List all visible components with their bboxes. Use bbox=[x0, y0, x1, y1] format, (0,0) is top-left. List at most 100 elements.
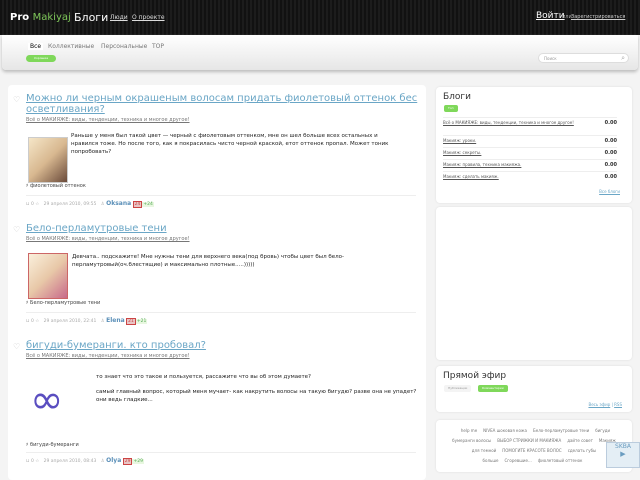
search-icon[interactable]: ⌕ bbox=[621, 54, 625, 63]
rating: 0 bbox=[30, 459, 34, 464]
post-tag[interactable]: ♯ Бело-перламутровые тени bbox=[26, 300, 100, 306]
filter-good-button[interactable]: Хорошие bbox=[26, 55, 56, 62]
blog-row: Всё о МАКИЯЖЕ: виды, тенденции, техника … bbox=[443, 117, 617, 131]
favorite-icon[interactable]: ♡ bbox=[13, 95, 20, 104]
blog-rating: 0.00 bbox=[604, 162, 617, 168]
post-text-2: самый главный вопрос, который меня мучае… bbox=[96, 389, 417, 403]
live-widget: Прямой эфир Публикации Комментарии Весь … bbox=[436, 366, 632, 412]
blogs-title: Блоги bbox=[443, 92, 472, 102]
post-title[interactable]: Бело-перламутровые тени bbox=[26, 223, 421, 234]
tab-personal[interactable]: Персональные bbox=[101, 43, 147, 50]
tab-all[interactable]: Все bbox=[28, 43, 44, 50]
tag-label: фиолетовый оттенок bbox=[30, 183, 86, 189]
favorite-icon[interactable]: ♡ bbox=[13, 225, 20, 234]
blog-link[interactable]: Макияж: правила, техника макияжа. bbox=[443, 162, 583, 167]
post-blog[interactable]: Всё о МАКИЯЖЕ: виды, тенденции, техника … bbox=[26, 236, 190, 242]
post-list: ♡ Можно ли черным окрашеным волосам прид… bbox=[8, 85, 426, 480]
blog-rating: 0.00 bbox=[604, 150, 617, 156]
register-link[interactable]: Зарегистрироваться bbox=[571, 14, 625, 20]
post-tag[interactable]: ♯ фиолетовый оттенок bbox=[26, 183, 86, 189]
blog-rating: 0.00 bbox=[604, 120, 617, 126]
blog-link[interactable]: Макияж: уроки. bbox=[443, 138, 583, 143]
all-blogs-link[interactable]: Все блоги bbox=[599, 189, 620, 194]
play-icon[interactable]: ▶ bbox=[607, 450, 639, 458]
new-comments: +29 bbox=[132, 459, 144, 464]
tag-label: Бело-перламутровые тени bbox=[30, 300, 101, 306]
blog-row: Макияж: уроки. 0.00 bbox=[443, 135, 617, 144]
tag-cloud: help me NIVEA шоковая кожа Бело-перламутро… bbox=[436, 420, 632, 472]
post-footer: ⊔ 0 ☆ 29 апреля 2010, 22:41 ♙ Elena 21 +2… bbox=[26, 312, 416, 325]
post-date: 29 апреля 2010, 08:43 bbox=[43, 459, 97, 464]
subnav: Все Коллективные Персональные TOP Хороши… bbox=[2, 35, 638, 70]
blogs-top-button[interactable]: Топ bbox=[444, 105, 458, 112]
post-text: Раньше у меня был такой цвет — черный с … bbox=[71, 133, 389, 155]
blog-row: Макияж: секреты. 0.00 bbox=[443, 147, 617, 156]
new-comments: +21 bbox=[135, 319, 148, 324]
rating: 0 bbox=[30, 202, 34, 207]
tag[interactable]: ВЫБОР СТРИЖКИ И МАКИЯЖА bbox=[497, 438, 561, 443]
comment-count[interactable]: 24 bbox=[132, 201, 143, 208]
tag[interactable]: NIVEA шоковая кожа bbox=[483, 428, 527, 433]
rating: 0 bbox=[30, 319, 34, 324]
tag-label: бигуди-бумеранги bbox=[30, 442, 79, 448]
blog-link[interactable]: Всё о МАКИЯЖЕ: виды, тенденции, техника … bbox=[443, 120, 583, 125]
skba-widget[interactable]: SKBA ▶ bbox=[606, 442, 640, 468]
tab-comments[interactable]: Комментарии bbox=[478, 385, 508, 392]
author-link[interactable]: Elena bbox=[106, 317, 125, 324]
logo-post: Makiyaj bbox=[32, 12, 71, 23]
header: Pro Makiyaj Блоги Люди О проекте Войти и… bbox=[0, 0, 640, 35]
favorite-icon[interactable]: ♡ bbox=[13, 342, 20, 351]
skba-label: SKBA bbox=[615, 443, 631, 450]
blog-row: Макияж: правила, техника макияжа. 0.00 bbox=[443, 159, 617, 168]
search-placeholder: Поиск bbox=[544, 56, 557, 61]
post-image bbox=[28, 137, 68, 183]
login-link[interactable]: Войти bbox=[536, 11, 565, 21]
tab-top[interactable]: TOP bbox=[152, 43, 164, 50]
logo-pre: Pro bbox=[10, 12, 30, 23]
blog-rating: 0.00 bbox=[604, 138, 617, 144]
new-comments: +24 bbox=[142, 202, 154, 207]
nav-about[interactable]: О проекте bbox=[132, 14, 165, 21]
author-link[interactable]: Oksana bbox=[106, 200, 131, 207]
rss-link[interactable]: RSS bbox=[614, 402, 622, 407]
post-footer: ⊔ 0 ☆ 29 апреля 2010, 09:55 ♙ Oksana 24 +… bbox=[26, 195, 416, 208]
blogs-widget: Блоги Топ Всё о МАКИЯЖЕ: виды, тенденции… bbox=[436, 87, 632, 203]
all-live-link[interactable]: Весь эфир bbox=[588, 402, 610, 407]
tag[interactable]: help me bbox=[461, 428, 477, 433]
nav-blogs[interactable]: Блоги bbox=[74, 11, 108, 24]
post-image bbox=[28, 253, 68, 299]
blog-link[interactable]: Макияж: секреты. bbox=[443, 150, 583, 155]
post-footer: ⊔ 0 ☆ 29 апреля 2010, 08:43 ♙ Olya 29 +29 bbox=[26, 452, 416, 465]
author-link[interactable]: Olya bbox=[106, 457, 121, 464]
blog-link[interactable]: Макияж: сделать макияж. bbox=[443, 174, 583, 179]
comment-count[interactable]: 21 bbox=[126, 318, 136, 325]
post-tag[interactable]: ♯ бигуди-бумеранги bbox=[26, 442, 79, 448]
post-blog[interactable]: Всё о МАКИЯЖЕ: виды, тенденции, техника … bbox=[26, 117, 190, 123]
post-title[interactable]: бигуди-бумеранги. кто пробовал? bbox=[26, 340, 421, 351]
comment-count[interactable]: 29 bbox=[122, 458, 133, 465]
logo[interactable]: Pro Makiyaj bbox=[10, 12, 71, 23]
tag[interactable]: ПОМОГИТЕ КРАСОТЕ ВОЛОС bbox=[502, 448, 561, 453]
tag[interactable]: Сгоревшие... bbox=[505, 458, 532, 463]
post-blog[interactable]: Всё о МАКИЯЖЕ: виды, тенденции, техника … bbox=[26, 353, 190, 359]
post-date: 29 апреля 2010, 09:55 bbox=[43, 202, 97, 207]
tag[interactable]: фиолетовый оттенок bbox=[538, 458, 583, 463]
empty-widget bbox=[436, 207, 632, 360]
post: ♡ Бело-перламутровые тени Всё о МАКИЯЖЕ:… bbox=[8, 223, 426, 338]
tag[interactable]: дайте совет bbox=[567, 438, 593, 443]
post-date: 29 апреля 2010, 22:41 bbox=[43, 319, 97, 324]
post: ♡ Можно ли черным окрашеным волосам прид… bbox=[8, 93, 426, 218]
post-title[interactable]: Можно ли черным окрашеным волосам придат… bbox=[26, 93, 421, 115]
tab-publications[interactable]: Публикации bbox=[444, 385, 472, 392]
post-text: то знает что это такое и пользуется, рас… bbox=[96, 374, 311, 380]
blog-rating: 0.00 bbox=[604, 174, 617, 180]
tab-collective[interactable]: Коллективные bbox=[48, 43, 94, 50]
post-image: ∞ bbox=[30, 377, 64, 423]
live-title: Прямой эфир bbox=[443, 371, 507, 381]
post-text: Девчата.. подскажите! Мне нужны тени для… bbox=[72, 254, 344, 268]
tag[interactable]: Бело-перламутровые тени bbox=[533, 428, 589, 433]
post: ♡ бигуди-бумеранги. кто пробовал? Всё о … bbox=[8, 340, 426, 475]
blog-row: Макияж: сделать макияж. 0.00 bbox=[443, 171, 617, 180]
nav-people[interactable]: Люди bbox=[110, 14, 128, 21]
search-input[interactable]: Поиск ⌕ bbox=[538, 53, 629, 63]
